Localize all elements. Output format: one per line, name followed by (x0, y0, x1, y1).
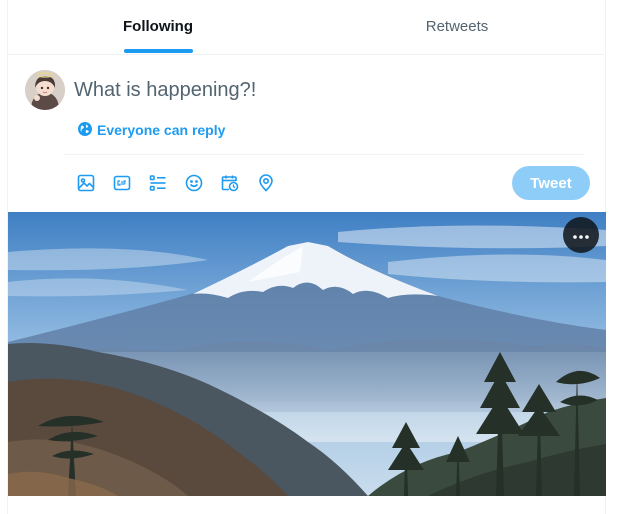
compose-divider (64, 154, 584, 155)
more-horizontal-icon (573, 226, 589, 244)
gif-icon[interactable] (110, 170, 134, 196)
timeline-tabs: Following Retweets (8, 0, 606, 55)
emoji-icon[interactable] (182, 170, 206, 196)
reply-setting-button[interactable]: Everyone can reply (78, 120, 225, 140)
home-timeline-panel: Following Retweets Everyone can re (7, 0, 606, 514)
tab-label: Retweets (425, 18, 489, 35)
globe-icon (78, 121, 92, 139)
location-icon[interactable] (254, 170, 278, 196)
avatar-image (25, 70, 65, 110)
image-icon[interactable] (74, 170, 98, 196)
tab-retweets[interactable]: Retweets (308, 0, 606, 53)
media-image[interactable] (8, 212, 606, 496)
more-options-button[interactable] (563, 217, 599, 253)
active-tab-indicator (124, 49, 193, 53)
tab-label: Following (123, 18, 193, 35)
schedule-icon[interactable] (218, 170, 242, 196)
poll-icon[interactable] (146, 170, 170, 196)
avatar[interactable] (25, 70, 65, 110)
compose-input[interactable] (74, 76, 374, 104)
tweet-button[interactable]: Tweet (512, 166, 590, 200)
tab-following[interactable]: Following (8, 0, 308, 53)
mountain-landscape-photo (8, 212, 606, 496)
reply-setting-label: Everyone can reply (97, 122, 226, 138)
